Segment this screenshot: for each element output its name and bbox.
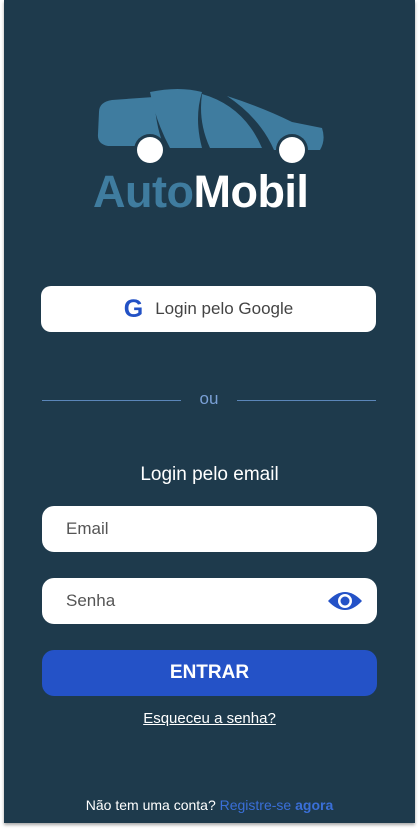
register-link[interactable]: Registre-se bbox=[220, 797, 292, 813]
google-icon: G bbox=[123, 294, 144, 323]
google-login-button[interactable]: G Login pelo Google bbox=[41, 286, 376, 332]
app-logo: AutoMobil bbox=[84, 88, 334, 218]
divider-text: ou bbox=[199, 389, 219, 408]
register-prompt-text: Não tem uma conta? bbox=[85, 797, 216, 813]
email-field[interactable] bbox=[66, 506, 326, 552]
login-screen: AutoMobil G Login pelo Google ou Login p… bbox=[4, 0, 415, 823]
email-login-heading: Login pelo email bbox=[140, 464, 279, 485]
brand-name-part1: Auto bbox=[93, 166, 194, 217]
divider-line-right bbox=[237, 400, 376, 401]
password-field-container bbox=[42, 578, 377, 624]
eye-icon[interactable] bbox=[327, 589, 363, 613]
brand-name-part2: Mobil bbox=[193, 166, 309, 217]
car-icon bbox=[97, 89, 324, 166]
forgot-password-link[interactable]: Esqueceu a senha? bbox=[4, 710, 415, 727]
password-field[interactable] bbox=[66, 578, 326, 624]
email-field-container bbox=[42, 506, 377, 552]
register-prompt: Não tem uma conta? Registre-se agora bbox=[4, 797, 415, 813]
google-login-label: Login pelo Google bbox=[155, 299, 294, 318]
submit-button[interactable]: ENTRAR bbox=[42, 650, 377, 696]
register-link-emphasis[interactable]: agora bbox=[295, 797, 333, 813]
or-divider: ou bbox=[42, 388, 376, 412]
brand-name: AutoMobil bbox=[93, 166, 309, 218]
